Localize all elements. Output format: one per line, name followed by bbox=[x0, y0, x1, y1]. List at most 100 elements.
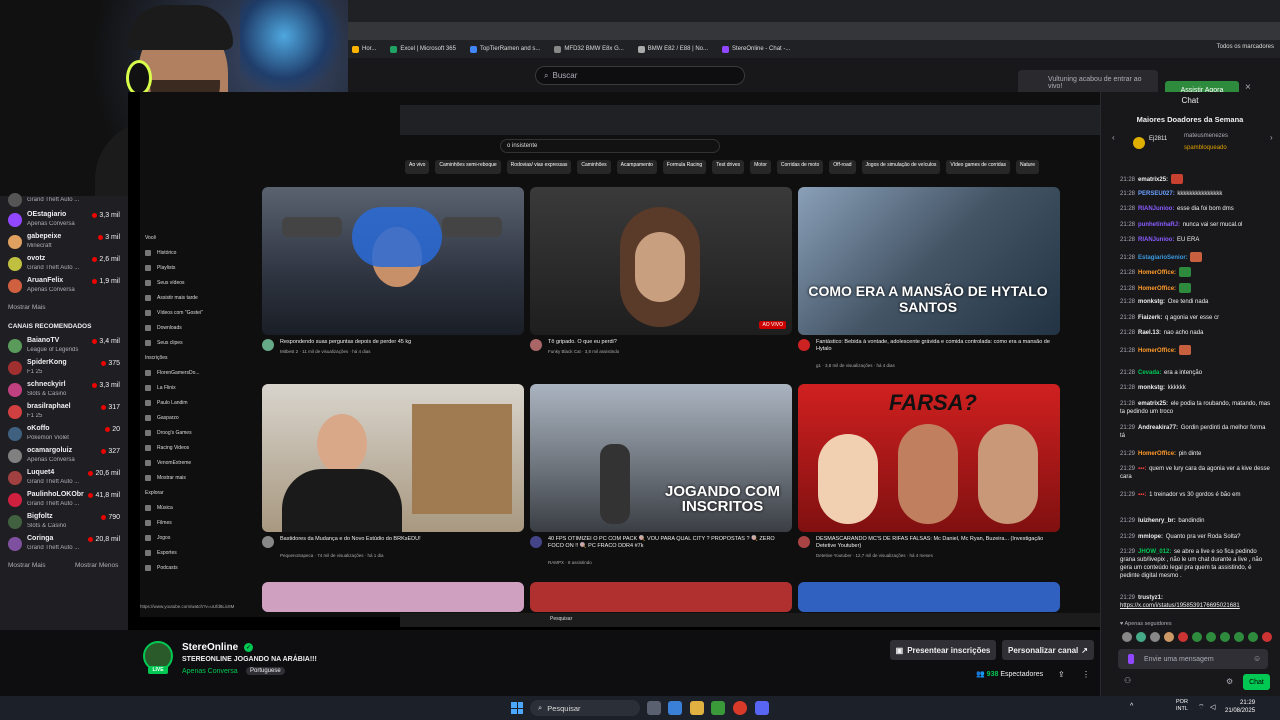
bookmark-item[interactable]: BMW E82 / E88 | No... bbox=[637, 45, 708, 53]
face-shape bbox=[317, 414, 367, 474]
bookmark-item[interactable]: StereOnline - Chat -... bbox=[722, 45, 790, 53]
chat-username[interactable]: EstagiarioSenior: bbox=[1138, 255, 1188, 261]
chat-username[interactable]: PERSEU027: bbox=[1138, 191, 1175, 197]
share-icon[interactable]: ⇪ bbox=[1058, 670, 1065, 679]
sidebar-channel[interactable]: schneckyirl Slots & Casino 3,3 mil bbox=[8, 381, 124, 403]
chat-username[interactable]: RIANJunioo: bbox=[1138, 237, 1174, 243]
show-less-link[interactable]: Mostrar Menos bbox=[75, 562, 118, 569]
copilot-icon[interactable] bbox=[668, 701, 682, 715]
search-input[interactable]: ⌕ Buscar bbox=[535, 66, 745, 85]
chat-username[interactable]: HomerOffice: bbox=[1138, 286, 1176, 292]
sidebar-channel[interactable]: BaianoTV League of Legends 3,4 mil bbox=[8, 337, 124, 359]
chat-message: 21:29 JHOW_012: se abre a live e so fica … bbox=[1120, 548, 1272, 580]
sidebar-channel[interactable]: ovotz Grand Theft Auto ... 2,6 mil bbox=[8, 255, 124, 277]
chat-username[interactable]: ematrix25: bbox=[1138, 401, 1168, 407]
show-more-link[interactable]: Mostrar Mais bbox=[8, 562, 46, 569]
chat-username-redacted[interactable]: ▪▪▪: bbox=[1138, 492, 1146, 498]
emote-icon[interactable] bbox=[1220, 632, 1230, 642]
language-tag[interactable]: Portuguese bbox=[246, 667, 285, 675]
emote-icon[interactable] bbox=[1164, 632, 1174, 642]
bookmark-item[interactable]: Excel | Microsoft 365 bbox=[390, 45, 456, 53]
chat-username[interactable]: HomerOffice: bbox=[1138, 348, 1176, 354]
sidebar-channel[interactable]: PaulinhoLOKObr Grand Theft Auto ... 41,8… bbox=[8, 491, 124, 513]
chat-username[interactable]: punhetinhaRJ: bbox=[1138, 222, 1180, 228]
gear-icon[interactable]: ⚙ bbox=[1226, 677, 1233, 686]
chat-link[interactable]: https://x.com/i/status/19585391766950216… bbox=[1120, 603, 1240, 609]
bookmark-item[interactable]: Hor... bbox=[352, 45, 376, 53]
chevron-right-icon[interactable]: › bbox=[1270, 133, 1273, 142]
points-icon[interactable]: ⚇ bbox=[1124, 676, 1131, 685]
customize-channel-button[interactable]: Personalizar canal ↗ bbox=[1002, 640, 1094, 660]
chat-send-button[interactable]: Chat bbox=[1243, 674, 1270, 690]
emote-icon[interactable] bbox=[1178, 632, 1188, 642]
bookmark-item[interactable]: MFD32 BMW E8x G... bbox=[554, 45, 624, 53]
gift-subs-button[interactable]: ▣ Presentear inscrições bbox=[890, 640, 996, 660]
chat-username[interactable]: JHOW_012: bbox=[1138, 549, 1171, 555]
language-indicator[interactable]: POR INTL bbox=[1176, 699, 1188, 713]
video-meta: RAMPX · 8 assistindo bbox=[548, 560, 592, 565]
sidebar-channel[interactable]: Luquet4 Grand Theft Auto ... 20,6 mil bbox=[8, 469, 124, 491]
windows-start-icon[interactable] bbox=[511, 702, 523, 714]
sidebar-channel[interactable]: oKoffo Pokemon Violet 20 bbox=[8, 425, 124, 447]
volume-icon[interactable]: ◁ bbox=[1210, 703, 1215, 711]
all-bookmarks-link[interactable]: Todos os marcadores bbox=[1217, 44, 1274, 50]
chat-username[interactable]: trustyz1: bbox=[1138, 595, 1163, 601]
show-more-link[interactable]: Mostrar Mais bbox=[8, 304, 46, 311]
sidebar-channel[interactable]: Coringa Grand Theft Auto ... 20,8 mil bbox=[8, 535, 124, 557]
chat-username-redacted[interactable]: ▪▪▪: bbox=[1138, 466, 1146, 472]
thumbnail-text: COMO ERA A MANSÃO DE HYTALO SANTOS bbox=[808, 283, 1048, 315]
emote-icon[interactable] bbox=[1150, 632, 1160, 642]
bits-icon[interactable] bbox=[1128, 654, 1134, 664]
streamer-name[interactable]: StereOnline bbox=[182, 642, 238, 653]
taskbar-search[interactable]: ⌕ Pesquisar bbox=[530, 700, 640, 716]
sidebar-channel[interactable]: AruanFelix Apenas Conversa 1,9 mil bbox=[8, 277, 124, 299]
sidebar-channel[interactable]: Bigfoltz Slots & Casino 790 bbox=[8, 513, 124, 535]
sidebar-channel[interactable]: SpiderKong F1 25 375 bbox=[8, 359, 124, 381]
chat-message: 21:28 HomerOffice: bbox=[1120, 283, 1272, 293]
yt-sidebar-label: Racing Videos bbox=[157, 444, 190, 451]
sidebar-channel[interactable]: OEstagiario Apenas Conversa 3,3 mil bbox=[8, 211, 124, 233]
emote-icon[interactable] bbox=[1192, 632, 1202, 642]
discord-icon[interactable] bbox=[755, 701, 769, 715]
chat-username[interactable]: Rael.13: bbox=[1138, 330, 1161, 336]
chat-input[interactable]: Envie uma mensagem bbox=[1118, 649, 1268, 669]
app-icon[interactable] bbox=[711, 701, 725, 715]
chrome-icon[interactable] bbox=[733, 701, 747, 715]
chat-message: 21:29 mmlope: Quanto pra ver Roda Solta? bbox=[1120, 533, 1272, 541]
stream-category-link[interactable]: Apenas Conversa bbox=[182, 668, 238, 675]
clip-icon bbox=[145, 339, 151, 346]
channel-icon bbox=[145, 369, 151, 376]
chat-username[interactable]: HomerOffice: bbox=[1138, 451, 1176, 457]
emote-icon[interactable] bbox=[1136, 632, 1146, 642]
yt-sidebar-item: Filmes bbox=[145, 515, 255, 530]
emoji-icon[interactable]: ☺ bbox=[1253, 654, 1261, 663]
emote-icon[interactable] bbox=[1122, 632, 1132, 642]
more-icon[interactable]: ⋮ bbox=[1082, 670, 1090, 679]
chat-username[interactable]: Fiaizerk: bbox=[1138, 315, 1162, 321]
task-view-icon[interactable] bbox=[647, 701, 661, 715]
sidebar-channel[interactable]: brasilraphael F1 25 317 bbox=[8, 403, 124, 425]
emote-icon[interactable] bbox=[1248, 632, 1258, 642]
emote-icon[interactable] bbox=[1206, 632, 1216, 642]
folder-icon[interactable] bbox=[690, 701, 704, 715]
sidebar-channel[interactable]: ocamargoluiz Apenas Conversa 327 bbox=[8, 447, 124, 469]
chat-username[interactable]: ematrix25: bbox=[1138, 177, 1168, 183]
chat-username[interactable]: Cevada: bbox=[1138, 370, 1161, 376]
emote-icon[interactable] bbox=[1262, 632, 1272, 642]
chat-text: q agonia ver esse cr bbox=[1165, 315, 1220, 321]
bookmark-item[interactable]: TopTierRamen and s... bbox=[469, 45, 540, 53]
chat-username[interactable]: monkstg: bbox=[1138, 299, 1165, 305]
chat-message: 21:28 monkstg: Oxe tendi nada bbox=[1120, 298, 1272, 306]
chat-username[interactable]: HomerOffice: bbox=[1138, 270, 1176, 276]
wifi-icon[interactable]: ⌔ bbox=[1198, 703, 1205, 712]
emote-icon[interactable] bbox=[1234, 632, 1244, 642]
chevron-up-icon[interactable]: ^ bbox=[1130, 703, 1133, 710]
sidebar-channel[interactable]: gabepeixe Minecraft 3 mil bbox=[8, 233, 124, 255]
chevron-left-icon[interactable]: ‹ bbox=[1112, 133, 1115, 142]
chat-username[interactable]: monkstg: bbox=[1138, 385, 1165, 391]
chat-username[interactable]: RIANJunioo: bbox=[1138, 206, 1174, 212]
chat-username[interactable]: Andreakira77: bbox=[1138, 425, 1178, 431]
taskbar-clock[interactable]: 21:29 21/08/2025 bbox=[1225, 699, 1255, 715]
chat-username[interactable]: luizhenry_br: bbox=[1138, 518, 1176, 524]
chat-username[interactable]: mmlope: bbox=[1138, 534, 1163, 540]
